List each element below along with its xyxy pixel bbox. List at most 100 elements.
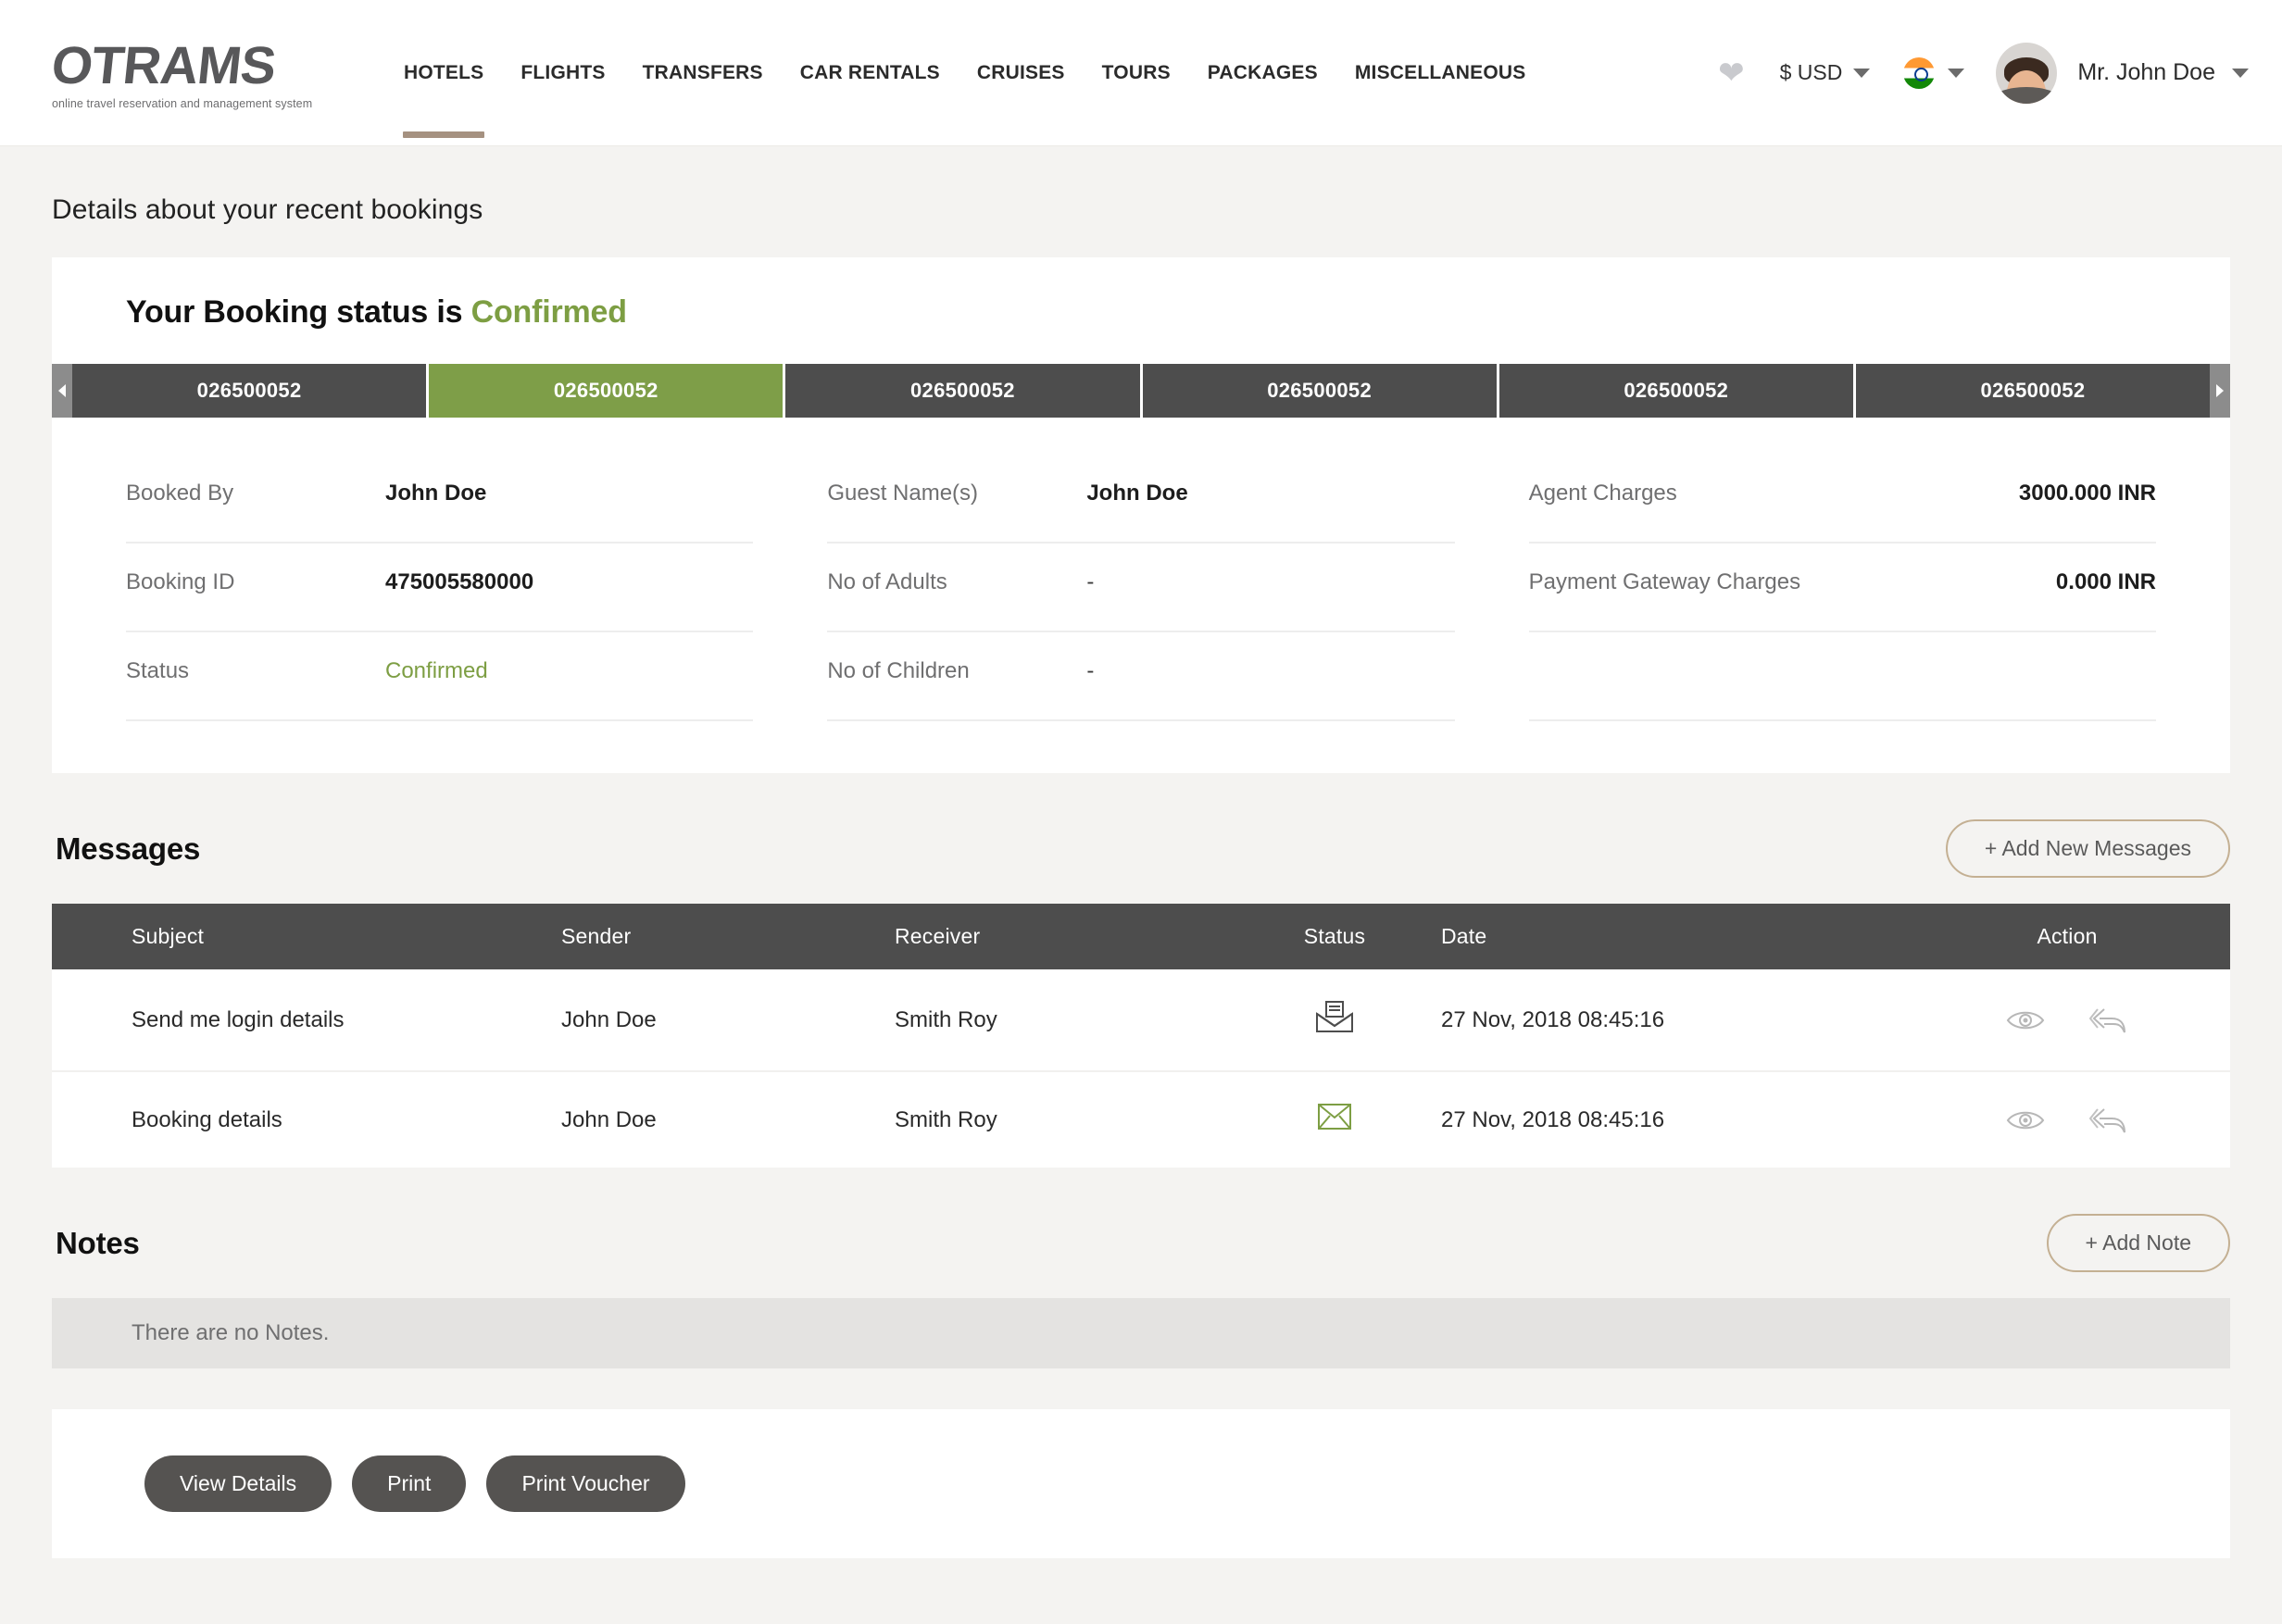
messages-table-head: Subject Sender Receiver Status Date Acti… [52, 904, 2230, 969]
avatar[interactable] [1996, 42, 2058, 104]
cell-date: 27 Nov, 2018 08:45:16 [1441, 1071, 1904, 1168]
detail-row: Booked By John Doe [126, 455, 754, 543]
booking-status-banner: Your Booking status is Confirmed [52, 257, 2230, 364]
booking-tabs: 026500052 026500052 026500052 026500052 … [72, 364, 2210, 418]
tabstrip-prev-button[interactable] [52, 364, 72, 418]
add-note-button[interactable]: + Add Note [2046, 1214, 2230, 1272]
booking-detail-column-3: Agent Charges 3000.000 INR Payment Gatew… [1528, 455, 2156, 721]
detail-row: Agent Charges 3000.000 INR [1528, 455, 2156, 543]
nav-item-flights[interactable]: FLIGHTS [519, 59, 607, 86]
detail-label: Agent Charges [1528, 481, 1677, 506]
column-header-receiver: Receiver [895, 904, 1228, 969]
booking-tab[interactable]: 026500052 [1142, 364, 1499, 418]
user-menu-chevron-down-icon[interactable] [2232, 68, 2249, 78]
header-right: ❤ $ USD Mr. John Doe [1718, 42, 2249, 104]
detail-label: Payment Gateway Charges [1528, 569, 1801, 594]
booking-detail-column-1: Booked By John Doe Booking ID 4750055800… [126, 455, 754, 721]
cell-status [1228, 1071, 1441, 1168]
cell-action [1904, 1071, 2230, 1168]
notes-title: Notes [56, 1225, 140, 1260]
print-button[interactable]: Print [352, 1455, 467, 1512]
detail-value: 0.000 INR [2055, 569, 2156, 594]
main-nav: HOTELS FLIGHTS TRANSFERS CAR RENTALS CRU… [402, 0, 1527, 146]
nav-item-cruises[interactable]: CRUISES [975, 59, 1067, 86]
tabstrip-next-button[interactable] [2210, 364, 2230, 418]
page-title: Details about your recent bookings [52, 194, 483, 225]
cell-receiver: Smith Roy [895, 1071, 1228, 1168]
messages-section-header: Messages + Add New Messages [52, 773, 2230, 904]
view-details-button[interactable]: View Details [144, 1455, 332, 1512]
detail-label: Booked By [126, 481, 234, 506]
nav-label: PACKAGES [1207, 62, 1318, 83]
print-voucher-button[interactable]: Print Voucher [486, 1455, 685, 1512]
logo[interactable]: OTRAMS online travel reservation and man… [48, 35, 348, 109]
detail-row: Payment Gateway Charges 0.000 INR [1528, 543, 2156, 632]
cell-date: 27 Nov, 2018 08:45:16 [1441, 969, 1904, 1072]
column-header-sender: Sender [561, 904, 895, 969]
booking-tab[interactable]: 026500052 [1498, 364, 1856, 418]
table-row: Booking details John Doe Smith Roy 27 No… [52, 1071, 2230, 1168]
envelope-closed-icon [1318, 1104, 1351, 1135]
booking-detail-column-2: Guest Name(s) John Doe No of Adults - No… [827, 455, 1455, 721]
table-header-row: Subject Sender Receiver Status Date Acti… [52, 904, 2230, 969]
notes-section-header: Notes + Add Note [52, 1168, 2230, 1298]
nav-item-transfers[interactable]: TRANSFERS [641, 59, 765, 86]
cell-action [1904, 969, 2230, 1072]
nav-item-tours[interactable]: TOURS [1100, 59, 1172, 86]
booking-tab-active[interactable]: 026500052 [429, 364, 786, 418]
chevron-down-icon [1853, 68, 1871, 78]
nav-label: FLIGHTS [520, 62, 606, 83]
nav-item-hotels[interactable]: HOTELS [402, 59, 485, 138]
language-selector[interactable] [1903, 56, 1965, 89]
nav-label: TOURS [1101, 62, 1171, 83]
action-icons [1904, 1006, 2230, 1035]
cell-sender: John Doe [561, 969, 895, 1072]
notes-empty-message: There are no Notes. [52, 1298, 2230, 1368]
detail-label: No of Adults [827, 569, 947, 594]
detail-label: No of Children [827, 658, 970, 683]
reply-icon[interactable] [2088, 1106, 2128, 1135]
chevron-left-icon [58, 384, 66, 397]
action-icons [1904, 1106, 2230, 1135]
cell-receiver: Smith Roy [895, 969, 1228, 1072]
column-header-action: Action [1904, 904, 2230, 969]
currency-selector[interactable]: $ USD [1780, 60, 1871, 85]
user-name-label[interactable]: Mr. John Doe [2077, 59, 2215, 86]
add-new-messages-button[interactable]: + Add New Messages [1945, 819, 2230, 878]
messages-table-body: Send me login details John Doe Smith Roy [52, 969, 2230, 1168]
table-row: Send me login details John Doe Smith Roy [52, 969, 2230, 1072]
nav-item-packages[interactable]: PACKAGES [1206, 59, 1320, 86]
view-icon[interactable] [2006, 1107, 2045, 1133]
nav-label: CAR RENTALS [799, 62, 940, 83]
booking-tab[interactable]: 026500052 [1855, 364, 2210, 418]
reply-icon[interactable] [2088, 1006, 2128, 1035]
booking-tab[interactable]: 026500052 [72, 364, 430, 418]
logo-text: OTRAMS [48, 36, 279, 96]
heart-icon[interactable]: ❤ [1718, 57, 1745, 89]
site-header: OTRAMS online travel reservation and man… [0, 0, 2282, 146]
booking-tab[interactable]: 026500052 [785, 364, 1143, 418]
detail-label: Status [126, 658, 190, 683]
detail-row: Booking ID 475005580000 [126, 543, 754, 632]
nav-item-miscellaneous[interactable]: MISCELLANEOUS [1353, 59, 1528, 86]
view-icon[interactable] [2006, 1007, 2045, 1033]
detail-value-status: Confirmed [385, 658, 488, 683]
cell-sender: John Doe [561, 1071, 895, 1168]
detail-value: John Doe [1086, 481, 1188, 506]
nav-label: TRANSFERS [642, 62, 763, 83]
detail-row: Status Confirmed [126, 632, 754, 721]
detail-value: - [1086, 569, 1095, 594]
column-header-subject: Subject [52, 904, 561, 969]
detail-value: 475005580000 [385, 569, 534, 594]
avatar-shoulders [1996, 86, 2058, 104]
detail-label: Guest Name(s) [827, 481, 979, 506]
app-root: OTRAMS online travel reservation and man… [0, 0, 2282, 1624]
detail-row: No of Adults - [827, 543, 1455, 632]
india-flag-icon [1903, 56, 1936, 89]
cell-subject: Booking details [52, 1071, 561, 1168]
nav-label: CRUISES [976, 62, 1065, 83]
detail-row-empty [1528, 632, 2156, 721]
nav-item-car-rentals[interactable]: CAR RENTALS [798, 59, 942, 86]
nav-label: HOTELS [404, 62, 484, 83]
cell-subject: Send me login details [52, 969, 561, 1072]
